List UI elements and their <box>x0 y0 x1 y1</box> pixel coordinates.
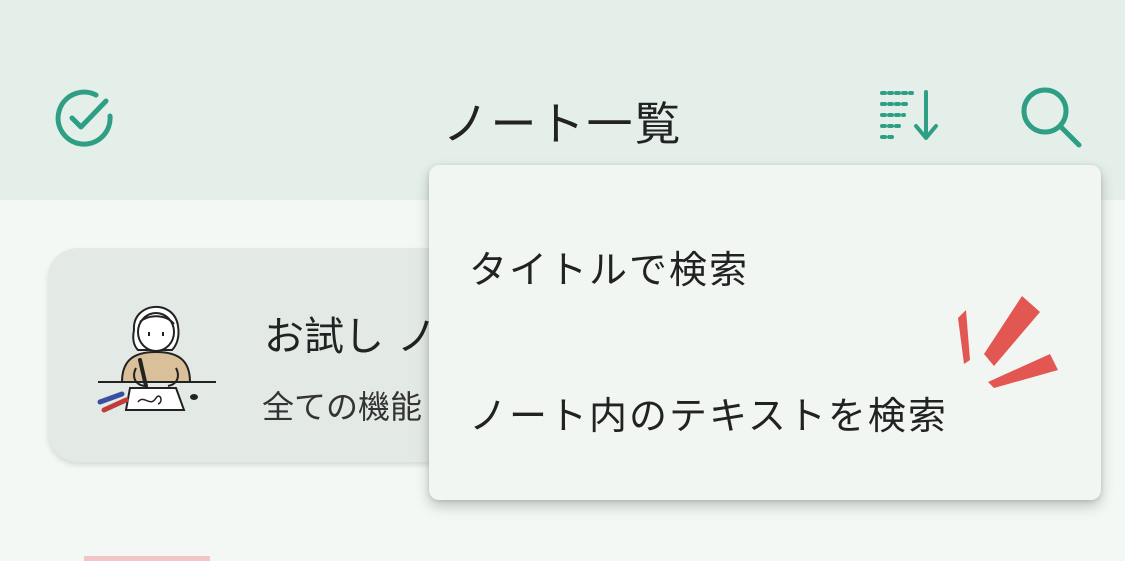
card-title: お試し ノ <box>264 314 437 360</box>
menu-item-label: ノート内のテキストを検索 <box>469 394 948 438</box>
emphasis-sparks-icon <box>950 290 1065 390</box>
note-color-tab <box>84 556 210 561</box>
search-icon[interactable] <box>1018 84 1084 150</box>
menu-item-label: タイトルで検索 <box>469 248 750 292</box>
card-subtitle: 全ての機能 <box>262 388 423 426</box>
person-writing-illustration <box>92 290 222 418</box>
page-title: ノート一覧 <box>442 97 683 151</box>
sort-icon[interactable] <box>876 88 940 148</box>
